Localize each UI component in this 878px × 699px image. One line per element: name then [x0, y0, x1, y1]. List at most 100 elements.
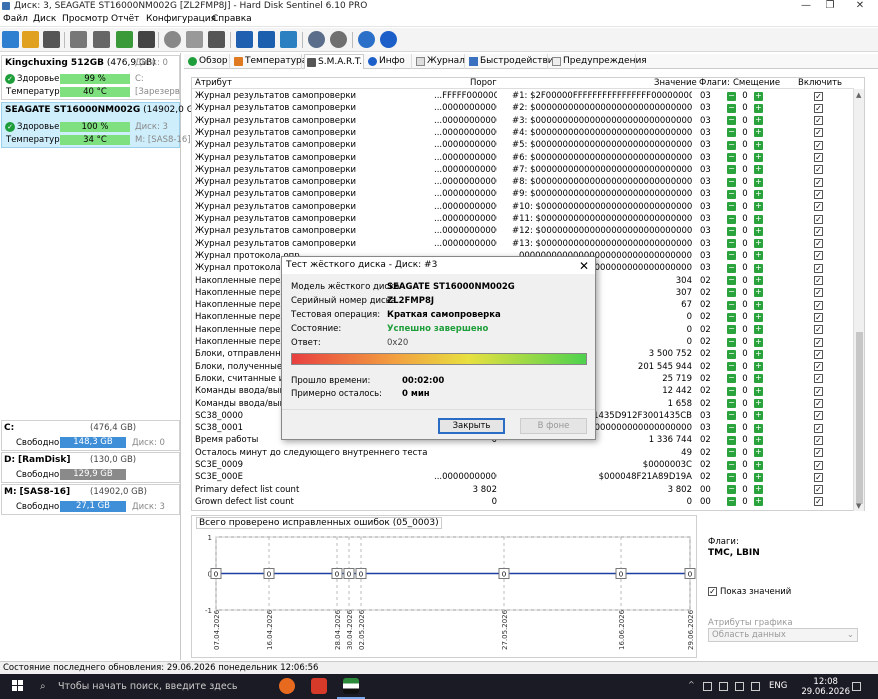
- table-row[interactable]: Журнал результатов самопроверки ...000000…: [192, 102, 854, 114]
- table-row[interactable]: Осталось минут до следующего внутреннего…: [192, 447, 854, 459]
- increase-icon[interactable]: +: [754, 276, 763, 285]
- offset-value[interactable]: 0: [738, 250, 752, 262]
- enable-checkbox[interactable]: ✓: [814, 485, 823, 495]
- help-icon[interactable]: [358, 31, 375, 48]
- increase-icon[interactable]: +: [754, 128, 763, 138]
- table-row[interactable]: Журнал результатов самопроверки ...000000…: [192, 201, 854, 213]
- offset-value[interactable]: 0: [738, 275, 752, 287]
- enable-checkbox[interactable]: ✓: [814, 411, 823, 421]
- offset-value[interactable]: 0: [738, 238, 752, 250]
- refresh-all-icon[interactable]: [22, 31, 39, 48]
- increase-icon[interactable]: +: [754, 325, 763, 335]
- table-row[interactable]: Журнал результатов самопроверки ...000000…: [192, 213, 854, 225]
- increase-icon[interactable]: +: [754, 226, 763, 236]
- table-row[interactable]: Журнал результатов самопроверки ...000000…: [192, 115, 854, 127]
- decrease-icon[interactable]: −: [727, 472, 736, 482]
- decrease-icon[interactable]: −: [727, 497, 736, 507]
- enable-checkbox[interactable]: ✓: [814, 153, 823, 162]
- volume-c[interactable]: C: (476,4 GB) Свободно 148,3 GB Диск: 0: [1, 420, 180, 451]
- header-threshold[interactable]: Порог: [470, 78, 497, 88]
- tray-icon[interactable]: [719, 682, 728, 691]
- offset-value[interactable]: 0: [738, 213, 752, 225]
- volume-d[interactable]: D: [RamDisk] (130,0 GB) Свободно 129,9 G…: [1, 452, 180, 483]
- surface-test-icon[interactable]: [93, 31, 110, 48]
- increase-icon[interactable]: +: [754, 239, 763, 249]
- table-row[interactable]: SC3E_0009 $0000003C 02 −0 + ✓: [192, 459, 854, 471]
- show-values-checkbox[interactable]: ✓: [708, 587, 717, 596]
- scroll-down-icon[interactable]: ▼: [856, 502, 861, 510]
- menu-report[interactable]: Отчёт: [111, 14, 139, 24]
- background-button[interactable]: В фоне: [520, 418, 587, 434]
- decrease-icon[interactable]: −: [727, 91, 736, 101]
- enable-checkbox[interactable]: ✓: [814, 214, 823, 224]
- decrease-icon[interactable]: −: [727, 337, 736, 347]
- decrease-icon[interactable]: −: [727, 226, 736, 236]
- maximize-button[interactable]: ❐: [815, 0, 845, 12]
- decrease-icon[interactable]: −: [727, 411, 736, 421]
- network-tray-icon[interactable]: [735, 682, 744, 691]
- decrease-icon[interactable]: −: [727, 140, 736, 150]
- language-indicator[interactable]: ENG: [769, 681, 787, 691]
- increase-icon[interactable]: +: [754, 165, 763, 175]
- increase-icon[interactable]: +: [754, 202, 763, 212]
- table-row[interactable]: Primary defect list count 3 802 3 802 00 −0 +…: [192, 484, 854, 496]
- firefox-icon[interactable]: [279, 678, 295, 694]
- decrease-icon[interactable]: −: [727, 128, 736, 138]
- decrease-icon[interactable]: −: [727, 399, 736, 408]
- offset-value[interactable]: 0: [738, 361, 752, 373]
- disk-ok-icon[interactable]: [116, 31, 133, 48]
- enable-checkbox[interactable]: ✓: [814, 177, 823, 187]
- header-value[interactable]: Значение: [654, 78, 697, 88]
- decrease-icon[interactable]: −: [727, 448, 736, 458]
- increase-icon[interactable]: +: [754, 485, 763, 495]
- enable-checkbox[interactable]: ✓: [814, 165, 823, 175]
- decrease-icon[interactable]: −: [727, 362, 736, 372]
- increase-icon[interactable]: +: [754, 288, 763, 298]
- enable-checkbox[interactable]: ✓: [814, 362, 823, 372]
- offset-value[interactable]: 0: [738, 127, 752, 139]
- increase-icon[interactable]: +: [754, 251, 763, 261]
- offset-value[interactable]: 0: [738, 398, 752, 410]
- enable-checkbox[interactable]: ✓: [814, 103, 823, 113]
- enable-checkbox[interactable]: ✓: [814, 276, 823, 285]
- tab-overview[interactable]: Обзор: [186, 54, 230, 69]
- refresh-icon[interactable]: [2, 31, 19, 48]
- increase-icon[interactable]: +: [754, 312, 763, 322]
- table-row[interactable]: Журнал результатов самопроверки ...FFFFF0…: [192, 90, 854, 102]
- decrease-icon[interactable]: −: [727, 485, 736, 495]
- decrease-icon[interactable]: −: [727, 312, 736, 322]
- report-icon[interactable]: [236, 31, 253, 48]
- offset-value[interactable]: 0: [738, 484, 752, 496]
- decrease-icon[interactable]: −: [727, 325, 736, 335]
- enable-checkbox[interactable]: ✓: [814, 300, 823, 310]
- increase-icon[interactable]: +: [754, 140, 763, 150]
- tab-info[interactable]: Инфо: [366, 54, 412, 69]
- offset-value[interactable]: 0: [738, 434, 752, 446]
- increase-icon[interactable]: +: [754, 497, 763, 507]
- offset-value[interactable]: 0: [738, 188, 752, 200]
- offset-value[interactable]: 0: [738, 336, 752, 348]
- decrease-icon[interactable]: −: [727, 116, 736, 126]
- disk-test-icon[interactable]: [70, 31, 87, 48]
- offset-value[interactable]: 0: [738, 422, 752, 434]
- decrease-icon[interactable]: −: [727, 349, 736, 359]
- decrease-icon[interactable]: −: [727, 214, 736, 224]
- taskbar-search[interactable]: ⌕Чтобы начать поиск, введите здесь запро…: [32, 679, 272, 699]
- increase-icon[interactable]: +: [754, 103, 763, 113]
- enable-checkbox[interactable]: ✓: [814, 337, 823, 347]
- offset-value[interactable]: 0: [738, 102, 752, 114]
- table-row[interactable]: Журнал результатов самопроверки ...000000…: [192, 127, 854, 139]
- close-button[interactable]: ✕: [845, 0, 875, 12]
- enable-checkbox[interactable]: ✓: [814, 263, 823, 273]
- offset-value[interactable]: 0: [738, 139, 752, 151]
- volume-tray-icon[interactable]: [751, 682, 760, 691]
- offset-value[interactable]: 0: [738, 324, 752, 336]
- table-row[interactable]: Журнал результатов самопроверки ...000000…: [192, 188, 854, 200]
- table-row[interactable]: SC3E_000E ...000000000000 $000048F21A89D19…: [192, 471, 854, 483]
- enable-checkbox[interactable]: ✓: [814, 128, 823, 138]
- decrease-icon[interactable]: −: [727, 103, 736, 113]
- enable-checkbox[interactable]: ✓: [814, 399, 823, 408]
- enable-checkbox[interactable]: ✓: [814, 202, 823, 212]
- offset-value[interactable]: 0: [738, 311, 752, 323]
- attrs-select[interactable]: Область данных ⌄: [708, 628, 858, 642]
